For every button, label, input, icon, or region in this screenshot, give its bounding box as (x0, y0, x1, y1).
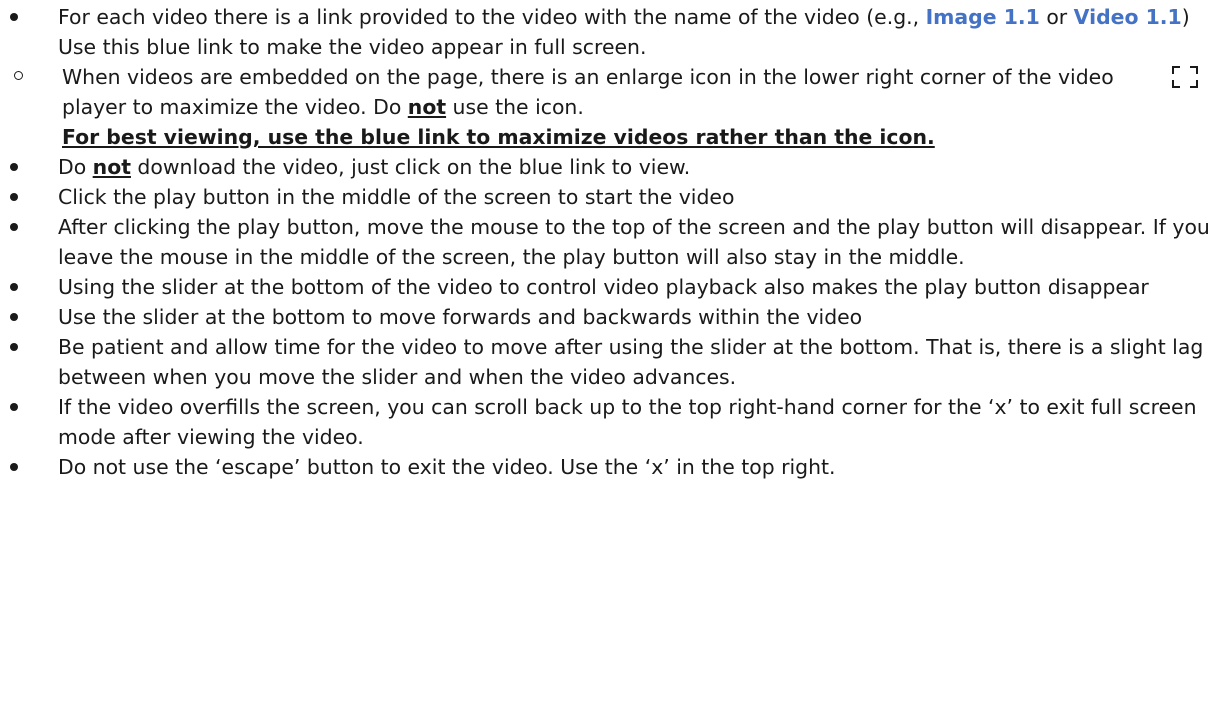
item-text-post: download the video, just click on the bl… (130, 155, 691, 179)
item-text-pre: For each video there is a link provided … (58, 5, 926, 29)
bullet-icon (10, 403, 18, 411)
item-emphasis: not (92, 155, 131, 179)
item-text: Using the slider at the bottom of the vi… (58, 275, 1149, 299)
list-item: If the video overfills the screen, you c… (0, 392, 1210, 452)
item-text: Do not use the ‘escape’ button to exit t… (58, 455, 836, 479)
item-text: Click the play button in the middle of t… (58, 185, 735, 209)
item-text-pre: Do (58, 155, 93, 179)
sub-text-post: use the icon. (446, 95, 584, 119)
video-link[interactable]: Video 1.1 (1074, 5, 1182, 29)
best-viewing-note: For best viewing, use the blue link to m… (62, 125, 935, 149)
bullet-icon (10, 463, 18, 471)
hollow-bullet-icon (14, 71, 23, 80)
sub-list-item: When videos are embedded on the page, th… (0, 62, 1210, 152)
list-item: For each video there is a link provided … (0, 2, 1210, 62)
item-text-mid: or (1039, 5, 1074, 29)
bullet-icon (10, 163, 18, 171)
list-item: Do not use the ‘escape’ button to exit t… (0, 452, 1210, 482)
instructions-document: For each video there is a link provided … (0, 2, 1210, 706)
item-text: Be patient and allow time for the video … (58, 335, 1204, 389)
bullet-icon (10, 343, 18, 351)
list-item: Use the slider at the bottom to move for… (0, 302, 1210, 332)
item-text: Use the slider at the bottom to move for… (58, 305, 863, 329)
instruction-list: For each video there is a link provided … (0, 2, 1210, 482)
list-item: Do not download the video, just click on… (0, 152, 1210, 182)
bullet-icon (10, 13, 18, 21)
item-text: If the video overfills the screen, you c… (58, 395, 1197, 449)
list-item: Using the slider at the bottom of the vi… (0, 272, 1210, 302)
bullet-icon (10, 223, 18, 231)
image-link[interactable]: Image 1.1 (926, 5, 1040, 29)
sub-emphasis: not (407, 95, 447, 119)
list-item: After clicking the play button, move the… (0, 212, 1210, 272)
bullet-icon (10, 193, 18, 201)
list-item: Be patient and allow time for the video … (0, 332, 1210, 392)
item-text: After clicking the play button, move the… (58, 215, 1210, 269)
enlarge-icon (1172, 66, 1198, 88)
sub-text-pre: When videos are embedded on the page, th… (62, 65, 1114, 119)
list-item: Click the play button in the middle of t… (0, 182, 1210, 212)
sub-item-text: When videos are embedded on the page, th… (62, 62, 1210, 152)
bullet-icon (10, 313, 18, 321)
bullet-icon (10, 283, 18, 291)
